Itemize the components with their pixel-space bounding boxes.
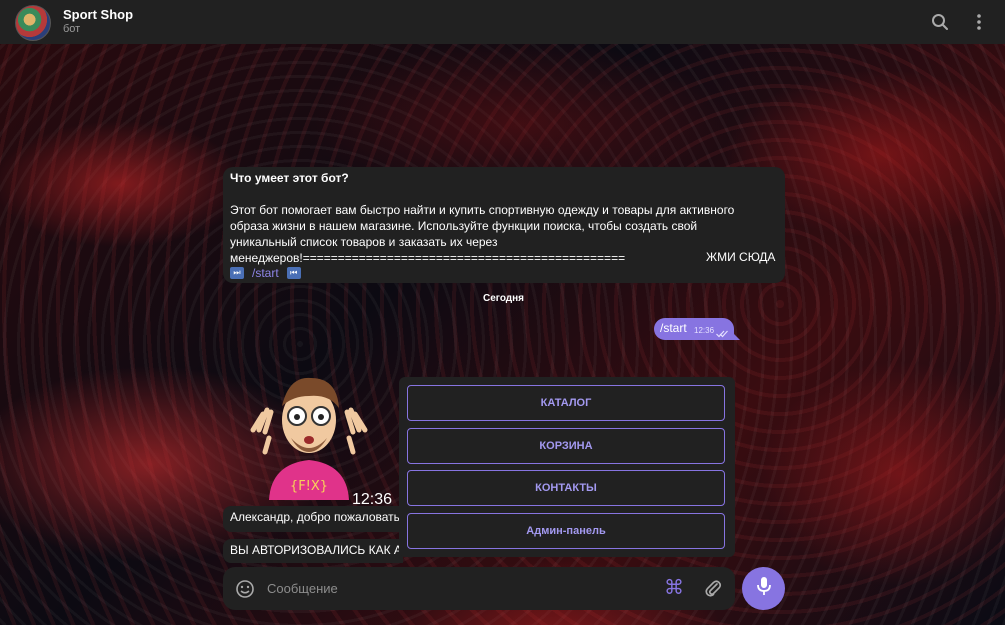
paperclip-icon[interactable] xyxy=(704,578,722,603)
chat-title[interactable]: Sport Shop xyxy=(63,7,133,22)
outgoing-message-tail xyxy=(730,330,740,340)
bot-info-cta: ЖМИ СЮДА xyxy=(706,250,776,264)
bot-info-question: Что умеет этот бот? xyxy=(230,171,349,185)
catalog-button[interactable]: КАТАЛОГ xyxy=(407,385,725,421)
date-separator: Сегодня xyxy=(483,293,525,304)
chat-header: Sport Shop бот xyxy=(0,0,1005,44)
bot-info-bubble: Что умеет этот бот? Этот бот помогает ва… xyxy=(223,167,785,283)
fast-forward-icon: ⏭ xyxy=(230,267,244,279)
start-command-link[interactable]: /start xyxy=(252,265,279,281)
reply-keyboard: КАТАЛОГ КОРЗИНА КОНТАКТЫ Админ-панель xyxy=(399,377,735,557)
search-icon[interactable] xyxy=(929,11,951,33)
more-vertical-icon[interactable] xyxy=(968,11,990,33)
chat-subtitle: бот xyxy=(63,23,81,35)
bot-info-text: Этот бот помогает вам быстро найти и куп… xyxy=(230,203,735,265)
cart-button[interactable]: КОРЗИНА xyxy=(407,428,725,464)
incoming-message[interactable]: Александр, добро пожаловать xyxy=(223,506,403,532)
microphone-button[interactable] xyxy=(742,567,785,610)
rewind-icon: ⏮ xyxy=(286,267,301,279)
admin-panel-button[interactable]: Админ-панель xyxy=(407,513,725,549)
message-input[interactable]: Сообщение xyxy=(267,581,338,596)
message-composer: Сообщение ⌘ xyxy=(223,567,735,610)
double-check-icon xyxy=(716,325,728,343)
incoming-message[interactable]: ВЫ АВТОРИЗОВАЛИСЬ КАК А xyxy=(223,539,403,563)
svg-text:{F!X}: {F!X} xyxy=(290,479,328,494)
sticker-image[interactable]: {F!X} xyxy=(249,368,369,500)
outgoing-message-text: /start xyxy=(660,321,687,335)
contacts-button[interactable]: КОНТАКТЫ xyxy=(407,470,725,506)
outgoing-message-time: 12:36 xyxy=(694,326,715,335)
avatar[interactable] xyxy=(15,5,51,41)
bot-commands-icon[interactable]: ⌘ xyxy=(664,577,684,599)
bot-info-links: ⏭ /start ⏮ xyxy=(230,265,301,281)
outgoing-message[interactable]: /start 12:36 xyxy=(654,318,734,340)
microphone-icon xyxy=(756,576,772,601)
smiley-icon[interactable] xyxy=(235,579,255,604)
